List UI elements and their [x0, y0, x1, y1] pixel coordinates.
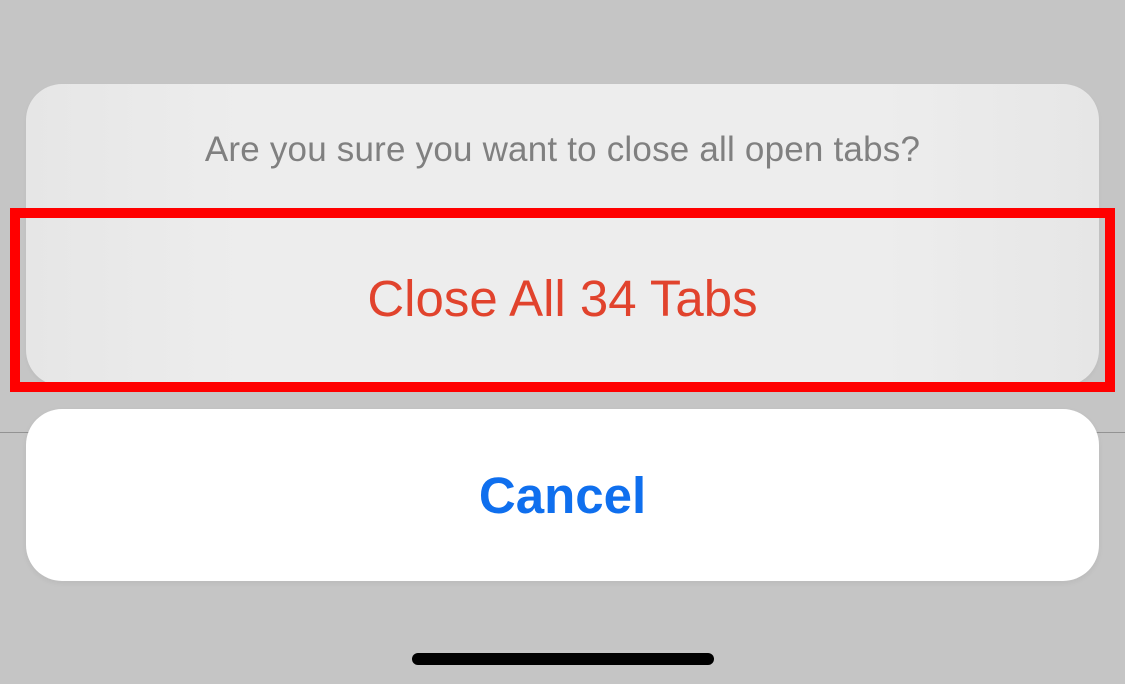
- close-all-tabs-label: Close All 34 Tabs: [367, 269, 757, 328]
- action-sheet: Are you sure you want to close all open …: [26, 84, 1099, 386]
- close-all-tabs-button[interactable]: Close All 34 Tabs: [26, 210, 1099, 386]
- cancel-button[interactable]: Cancel: [26, 409, 1099, 581]
- confirmation-prompt: Are you sure you want to close all open …: [26, 84, 1099, 210]
- cancel-label: Cancel: [479, 466, 646, 525]
- home-indicator[interactable]: [412, 653, 714, 665]
